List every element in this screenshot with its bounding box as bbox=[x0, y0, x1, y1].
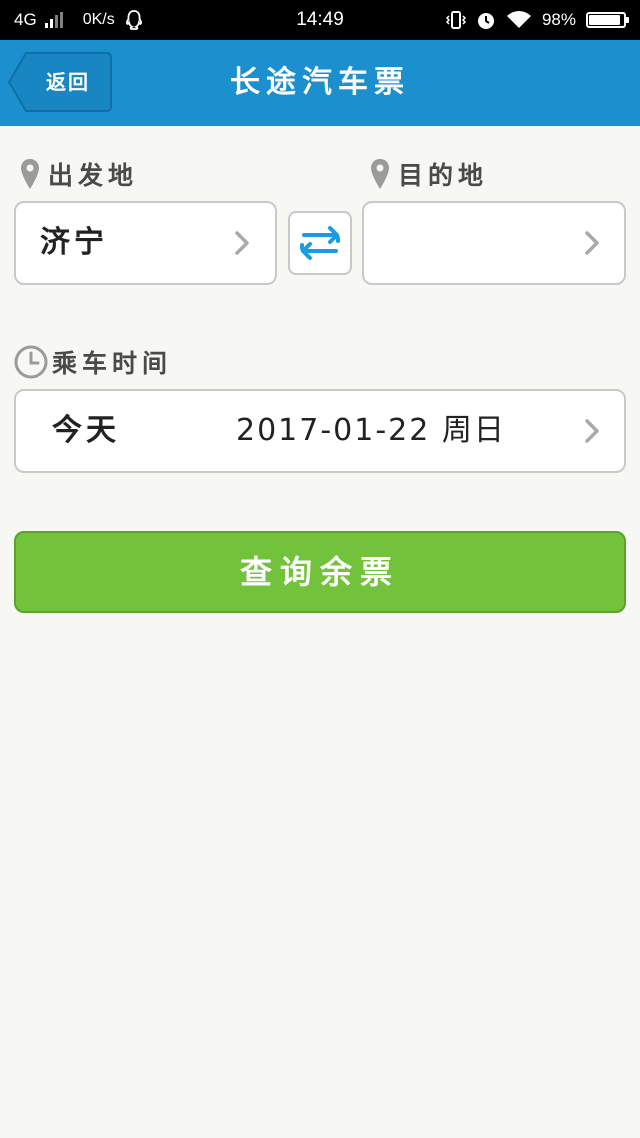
swap-button[interactable] bbox=[288, 211, 352, 275]
pin-icon bbox=[21, 159, 39, 189]
battery-icon bbox=[586, 12, 629, 28]
wifi-icon bbox=[506, 11, 531, 28]
swap-icon bbox=[300, 226, 340, 260]
alarm-icon bbox=[477, 13, 494, 29]
origin-label: 出发地 bbox=[20, 156, 138, 192]
chevron-right-icon bbox=[235, 231, 249, 255]
departure-date: 2017-01-22 周日 bbox=[236, 413, 506, 448]
vibrate-icon bbox=[445, 11, 466, 29]
origin-value: 济宁 bbox=[40, 225, 108, 260]
header: 返回 长途汽车票 bbox=[0, 40, 640, 126]
destination-label: 目的地 bbox=[370, 156, 488, 192]
chevron-right-icon bbox=[585, 231, 599, 255]
battery-fill bbox=[589, 15, 620, 25]
origin-selector[interactable]: 济宁 bbox=[14, 201, 277, 285]
page-title: 长途汽车票 bbox=[230, 65, 410, 100]
search-tickets-button[interactable]: 查询余票 bbox=[14, 531, 626, 613]
destination-label-text: 目的地 bbox=[398, 161, 489, 190]
origin-label-text: 出发地 bbox=[48, 161, 139, 190]
pin-icon bbox=[371, 159, 389, 189]
departure-label-text: 乘车时间 bbox=[52, 349, 173, 378]
destination-selector[interactable] bbox=[362, 201, 626, 285]
status-right: 98% bbox=[445, 0, 629, 40]
clock-icon bbox=[14, 345, 48, 379]
departure-label: 乘车时间 bbox=[14, 344, 172, 380]
date-selector[interactable]: 今天 2017-01-22 周日 bbox=[14, 389, 626, 473]
status-bar: 4G 0K/s 14:49 98% bbox=[0, 0, 640, 40]
battery-percent: 98% bbox=[541, 10, 576, 29]
chevron-right-icon bbox=[585, 419, 599, 443]
relative-day: 今天 bbox=[52, 413, 120, 448]
